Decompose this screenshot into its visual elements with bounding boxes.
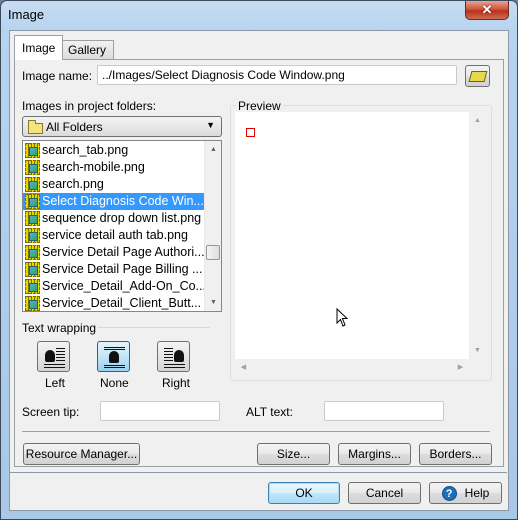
alt-text-input[interactable] (324, 401, 444, 421)
broken-image-marker (246, 128, 255, 137)
wrap-none-icon (103, 346, 125, 368)
ok-button[interactable]: OK (268, 482, 340, 504)
help-icon: ? (441, 486, 457, 502)
open-folder-icon (468, 71, 488, 82)
list-item[interactable]: Service_Detail_Client_Butt... (23, 295, 204, 311)
scroll-up-icon[interactable]: ▲ (469, 112, 486, 129)
tab-gallery[interactable]: Gallery (60, 40, 115, 59)
list-item-selected[interactable]: Select Diagnosis Code Win... (23, 193, 204, 210)
text-wrapping-label: Text wrapping (22, 321, 97, 335)
folder-icon (28, 120, 43, 135)
browse-button[interactable] (465, 65, 490, 87)
list-item[interactable]: search.png (23, 176, 204, 193)
image-file-icon (25, 228, 40, 243)
image-file-icon (25, 262, 40, 277)
preview-horizontal-scrollbar[interactable]: ◀ ▶ (235, 359, 469, 376)
image-file-icon (25, 194, 40, 209)
cancel-button[interactable]: Cancel (348, 482, 421, 504)
image-file-icon (25, 296, 40, 311)
list-vertical-scrollbar[interactable]: ▲ ▼ (204, 141, 221, 311)
size-button[interactable]: Size... (257, 443, 330, 465)
image-file-icon (25, 143, 40, 158)
scrollbar-corner (469, 359, 486, 376)
preview-label: Preview (236, 99, 283, 113)
title-bar[interactable]: Image ✕ (1, 1, 517, 29)
bottom-divider (9, 472, 507, 473)
wrap-left-icon (43, 346, 65, 368)
image-file-icon (25, 211, 40, 226)
screen-tip-input[interactable] (100, 401, 220, 421)
list-item[interactable]: Service_Detail_Add-On_Co... (23, 278, 206, 295)
wrap-right-button[interactable] (157, 341, 190, 372)
scroll-down-icon[interactable]: ▼ (205, 294, 221, 311)
list-item[interactable]: Service Detail Page Authori... (23, 244, 205, 261)
image-file-icon (25, 245, 40, 260)
image-name-label: Image name: (22, 69, 93, 83)
scroll-down-icon[interactable]: ▼ (469, 342, 486, 359)
image-name-input[interactable]: ../Images/Select Diagnosis Code Window.p… (97, 65, 457, 85)
chevron-down-icon: ▼ (206, 120, 215, 130)
borders-button[interactable]: Borders... (419, 443, 492, 465)
list-item[interactable]: search-mobile.png (23, 159, 204, 176)
list-item[interactable]: Service Detail Page Billing ... (23, 261, 204, 278)
window-title: Image (8, 7, 45, 22)
preview-vertical-scrollbar[interactable]: ▲ ▼ (469, 112, 486, 359)
list-item[interactable]: service detail auth tab.png (23, 227, 204, 244)
divider (22, 431, 490, 432)
folder-filter-dropdown[interactable]: All Folders ▼ (22, 116, 222, 137)
close-icon: ✕ (481, 2, 493, 17)
image-file-icon (25, 279, 40, 294)
close-button[interactable]: ✕ (465, 1, 509, 20)
wrap-left-button[interactable] (37, 341, 70, 372)
list-item[interactable]: sequence drop down list.png (23, 210, 204, 227)
list-item[interactable]: search_tab.png (23, 142, 204, 159)
project-images-list[interactable]: search_tab.png search-mobile.png search.… (22, 140, 222, 312)
scroll-thumb[interactable] (206, 245, 220, 260)
preview-pane[interactable]: ▲ ▼ ◀ ▶ (235, 112, 486, 376)
mouse-cursor-icon (336, 308, 349, 327)
tab-image[interactable]: Image (14, 35, 64, 60)
scroll-up-icon[interactable]: ▲ (205, 141, 221, 158)
margins-button[interactable]: Margins... (338, 443, 411, 465)
help-label: Help (464, 486, 490, 500)
image-file-icon (25, 160, 40, 175)
help-button[interactable]: ? Help (429, 482, 502, 504)
wrap-none-button[interactable] (97, 341, 130, 372)
project-images-label: Images in project folders: (22, 99, 157, 113)
wrap-right-icon (163, 346, 185, 368)
folder-filter-value: All Folders (46, 120, 103, 134)
scroll-right-icon[interactable]: ▶ (452, 359, 469, 376)
image-file-icon (25, 177, 40, 192)
scroll-left-icon[interactable]: ◀ (235, 359, 252, 376)
resource-manager-button[interactable]: Resource Manager... (23, 443, 140, 465)
wrap-right-label: Right (162, 376, 191, 390)
screen-tip-label: Screen tip: (22, 405, 80, 419)
text-wrapping-divider (98, 327, 210, 328)
wrap-none-label: None (100, 376, 129, 390)
wrap-left-label: Left (45, 376, 66, 390)
alt-text-label: ALT text: (246, 405, 293, 419)
